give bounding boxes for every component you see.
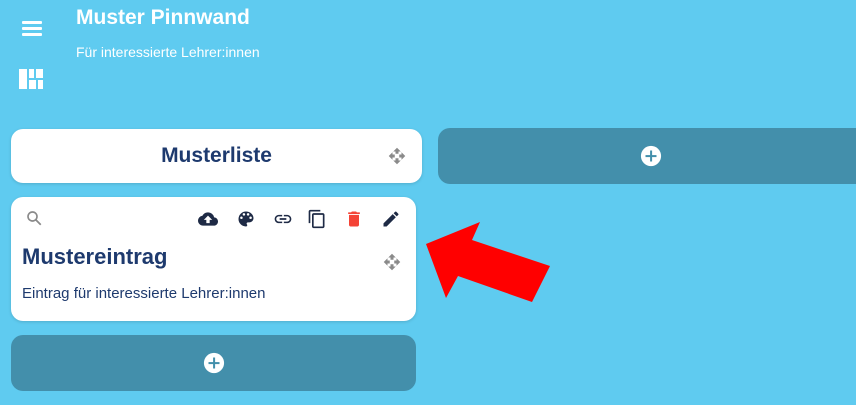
column-title: Musterliste: [161, 144, 272, 167]
add-circle-icon: [640, 145, 662, 167]
upload-icon[interactable]: [198, 209, 218, 229]
menu-icon-bar: [22, 27, 42, 30]
palette-icon[interactable]: [236, 209, 256, 229]
add-column-button[interactable]: [438, 128, 856, 184]
entry-description: Eintrag für interessierte Lehrer:innen: [22, 285, 266, 302]
column-header[interactable]: Musterliste: [11, 129, 422, 183]
board-layout-button[interactable]: [16, 66, 46, 92]
menu-icon-bar: [22, 21, 42, 24]
annotation-arrow-icon: [426, 222, 550, 302]
link-icon[interactable]: [273, 209, 293, 229]
search-icon[interactable]: [25, 209, 43, 227]
menu-button[interactable]: [14, 14, 48, 44]
entry-title: Mustereintrag: [22, 244, 168, 269]
edit-icon[interactable]: [381, 209, 401, 229]
delete-icon[interactable]: [344, 209, 364, 229]
board-subtitle: Für interessierte Lehrer:innen: [76, 44, 260, 60]
board-title: Muster Pinnwand: [76, 6, 250, 29]
menu-icon-bar: [22, 33, 42, 36]
dashboard-icon: [19, 69, 43, 89]
entry-card[interactable]: Mustereintrag Eintrag für interessierte …: [11, 197, 416, 321]
add-entry-button[interactable]: [11, 335, 416, 391]
move-icon[interactable]: [383, 253, 401, 271]
copy-icon[interactable]: [307, 209, 327, 229]
add-circle-icon: [203, 352, 225, 374]
move-icon[interactable]: [388, 147, 406, 165]
